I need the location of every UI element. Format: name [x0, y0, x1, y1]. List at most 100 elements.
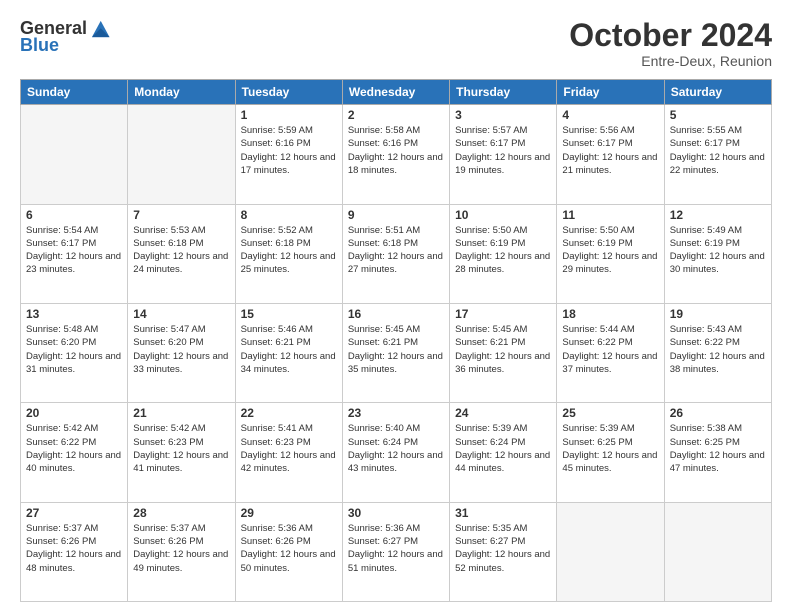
- day-cell: 2 Sunrise: 5:58 AM Sunset: 6:16 PM Daylig…: [342, 105, 449, 204]
- day-cell: 24 Sunrise: 5:39 AM Sunset: 6:24 PM Dayli…: [450, 403, 557, 502]
- day-info: Sunrise: 5:57 AM Sunset: 6:17 PM Dayligh…: [455, 124, 551, 177]
- day-info: Sunrise: 5:42 AM Sunset: 6:23 PM Dayligh…: [133, 422, 229, 475]
- day-number: 22: [241, 406, 337, 420]
- day-cell: 22 Sunrise: 5:41 AM Sunset: 6:23 PM Dayli…: [235, 403, 342, 502]
- day-number: 10: [455, 208, 551, 222]
- day-info: Sunrise: 5:39 AM Sunset: 6:25 PM Dayligh…: [562, 422, 658, 475]
- dow-header-wednesday: Wednesday: [342, 80, 449, 105]
- header: General Blue October 2024 Entre-Deux, Re…: [20, 18, 772, 69]
- day-cell: 4Sunrise: 5:56 AM Sunset: 6:17 PM Daylig…: [557, 105, 664, 204]
- day-number: 7: [133, 208, 229, 222]
- day-number: 3: [455, 108, 551, 122]
- day-cell: 12Sunrise: 5:49 AM Sunset: 6:19 PM Dayli…: [664, 204, 771, 303]
- day-number: 31: [455, 506, 551, 520]
- day-info: Sunrise: 5:36 AM Sunset: 6:27 PM Dayligh…: [348, 522, 444, 575]
- title-block: October 2024 Entre-Deux, Reunion: [569, 18, 772, 69]
- day-cell: 26Sunrise: 5:38 AM Sunset: 6:25 PM Dayli…: [664, 403, 771, 502]
- day-info: Sunrise: 5:35 AM Sunset: 6:27 PM Dayligh…: [455, 522, 551, 575]
- dow-header-monday: Monday: [128, 80, 235, 105]
- day-cell: 9Sunrise: 5:51 AM Sunset: 6:18 PM Daylig…: [342, 204, 449, 303]
- day-cell: 31 Sunrise: 5:35 AM Sunset: 6:27 PM Dayli…: [450, 502, 557, 601]
- day-cell: 13 Sunrise: 5:48 AM Sunset: 6:20 PM Dayli…: [21, 303, 128, 402]
- logo: General Blue: [20, 18, 111, 56]
- day-info: Sunrise: 5:46 AM Sunset: 6:21 PM Dayligh…: [241, 323, 337, 376]
- dow-header-tuesday: Tuesday: [235, 80, 342, 105]
- location: Entre-Deux, Reunion: [569, 53, 772, 69]
- day-number: 29: [241, 506, 337, 520]
- day-number: 23: [348, 406, 444, 420]
- day-number: 9: [348, 208, 444, 222]
- day-info: Sunrise: 5:41 AM Sunset: 6:23 PM Dayligh…: [241, 422, 337, 475]
- day-number: 2: [348, 108, 444, 122]
- page: General Blue October 2024 Entre-Deux, Re…: [0, 0, 792, 612]
- day-number: 6: [26, 208, 122, 222]
- days-of-week-row: SundayMondayTuesdayWednesdayThursdayFrid…: [21, 80, 772, 105]
- day-number: 15: [241, 307, 337, 321]
- dow-header-friday: Friday: [557, 80, 664, 105]
- day-cell: 30 Sunrise: 5:36 AM Sunset: 6:27 PM Dayli…: [342, 502, 449, 601]
- day-info: Sunrise: 5:50 AM Sunset: 6:19 PM Dayligh…: [562, 224, 658, 277]
- week-row-1: 6 Sunrise: 5:54 AM Sunset: 6:17 PM Daylig…: [21, 204, 772, 303]
- day-number: 19: [670, 307, 766, 321]
- day-info: Sunrise: 5:45 AM Sunset: 6:21 PM Dayligh…: [348, 323, 444, 376]
- day-info: Sunrise: 5:45 AM Sunset: 6:21 PM Dayligh…: [455, 323, 551, 376]
- day-number: 20: [26, 406, 122, 420]
- week-row-0: 1 Sunrise: 5:59 AM Sunset: 6:16 PM Daylig…: [21, 105, 772, 204]
- day-info: Sunrise: 5:52 AM Sunset: 6:18 PM Dayligh…: [241, 224, 337, 277]
- day-cell: 11 Sunrise: 5:50 AM Sunset: 6:19 PM Dayli…: [557, 204, 664, 303]
- day-info: Sunrise: 5:48 AM Sunset: 6:20 PM Dayligh…: [26, 323, 122, 376]
- day-info: Sunrise: 5:39 AM Sunset: 6:24 PM Dayligh…: [455, 422, 551, 475]
- dow-header-sunday: Sunday: [21, 80, 128, 105]
- day-cell: 17 Sunrise: 5:45 AM Sunset: 6:21 PM Dayli…: [450, 303, 557, 402]
- day-cell: [664, 502, 771, 601]
- dow-header-saturday: Saturday: [664, 80, 771, 105]
- day-number: 26: [670, 406, 766, 420]
- calendar: SundayMondayTuesdayWednesdayThursdayFrid…: [20, 79, 772, 602]
- day-cell: 8 Sunrise: 5:52 AM Sunset: 6:18 PM Daylig…: [235, 204, 342, 303]
- day-cell: 25 Sunrise: 5:39 AM Sunset: 6:25 PM Dayli…: [557, 403, 664, 502]
- day-info: Sunrise: 5:59 AM Sunset: 6:16 PM Dayligh…: [241, 124, 337, 177]
- day-cell: 3 Sunrise: 5:57 AM Sunset: 6:17 PM Daylig…: [450, 105, 557, 204]
- day-number: 13: [26, 307, 122, 321]
- day-cell: [21, 105, 128, 204]
- day-number: 24: [455, 406, 551, 420]
- day-number: 4: [562, 108, 658, 122]
- day-info: Sunrise: 5:37 AM Sunset: 6:26 PM Dayligh…: [26, 522, 122, 575]
- day-number: 17: [455, 307, 551, 321]
- day-cell: 14 Sunrise: 5:47 AM Sunset: 6:20 PM Dayli…: [128, 303, 235, 402]
- day-info: Sunrise: 5:36 AM Sunset: 6:26 PM Dayligh…: [241, 522, 337, 575]
- day-info: Sunrise: 5:42 AM Sunset: 6:22 PM Dayligh…: [26, 422, 122, 475]
- week-row-4: 27Sunrise: 5:37 AM Sunset: 6:26 PM Dayli…: [21, 502, 772, 601]
- logo-icon: [89, 18, 111, 40]
- day-info: Sunrise: 5:58 AM Sunset: 6:16 PM Dayligh…: [348, 124, 444, 177]
- day-cell: [128, 105, 235, 204]
- day-number: 14: [133, 307, 229, 321]
- day-info: Sunrise: 5:47 AM Sunset: 6:20 PM Dayligh…: [133, 323, 229, 376]
- day-info: Sunrise: 5:55 AM Sunset: 6:17 PM Dayligh…: [670, 124, 766, 177]
- logo-text-blue: Blue: [20, 36, 59, 56]
- day-number: 8: [241, 208, 337, 222]
- day-cell: 18Sunrise: 5:44 AM Sunset: 6:22 PM Dayli…: [557, 303, 664, 402]
- day-number: 25: [562, 406, 658, 420]
- day-cell: 6 Sunrise: 5:54 AM Sunset: 6:17 PM Daylig…: [21, 204, 128, 303]
- day-info: Sunrise: 5:37 AM Sunset: 6:26 PM Dayligh…: [133, 522, 229, 575]
- day-cell: 15 Sunrise: 5:46 AM Sunset: 6:21 PM Dayli…: [235, 303, 342, 402]
- day-number: 28: [133, 506, 229, 520]
- day-number: 18: [562, 307, 658, 321]
- day-number: 11: [562, 208, 658, 222]
- day-info: Sunrise: 5:40 AM Sunset: 6:24 PM Dayligh…: [348, 422, 444, 475]
- day-cell: 21 Sunrise: 5:42 AM Sunset: 6:23 PM Dayli…: [128, 403, 235, 502]
- day-number: 21: [133, 406, 229, 420]
- calendar-body: 1 Sunrise: 5:59 AM Sunset: 6:16 PM Daylig…: [21, 105, 772, 602]
- day-number: 16: [348, 307, 444, 321]
- day-cell: 10Sunrise: 5:50 AM Sunset: 6:19 PM Dayli…: [450, 204, 557, 303]
- day-number: 30: [348, 506, 444, 520]
- day-number: 1: [241, 108, 337, 122]
- day-cell: 16 Sunrise: 5:45 AM Sunset: 6:21 PM Dayli…: [342, 303, 449, 402]
- day-info: Sunrise: 5:54 AM Sunset: 6:17 PM Dayligh…: [26, 224, 122, 277]
- day-cell: 19 Sunrise: 5:43 AM Sunset: 6:22 PM Dayli…: [664, 303, 771, 402]
- day-number: 5: [670, 108, 766, 122]
- day-cell: 27Sunrise: 5:37 AM Sunset: 6:26 PM Dayli…: [21, 502, 128, 601]
- day-info: Sunrise: 5:43 AM Sunset: 6:22 PM Dayligh…: [670, 323, 766, 376]
- day-cell: 7Sunrise: 5:53 AM Sunset: 6:18 PM Daylig…: [128, 204, 235, 303]
